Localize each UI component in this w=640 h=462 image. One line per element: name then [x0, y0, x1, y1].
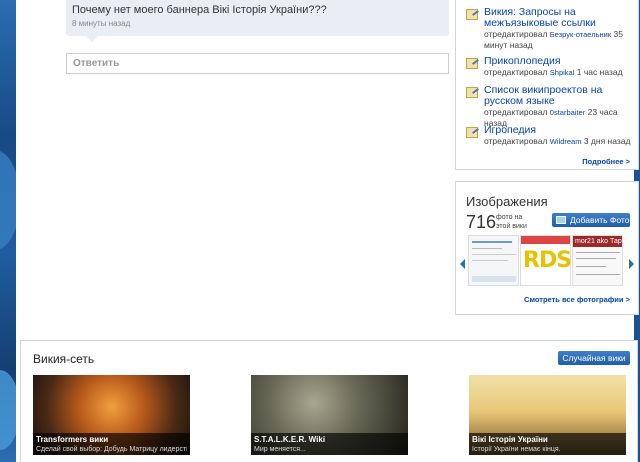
- wiki-tile-desc: Мир меняется...: [254, 446, 306, 453]
- add-photo-icon: [556, 216, 566, 224]
- activity-user-link[interactable]: 0starbaiter: [550, 108, 585, 117]
- activity-user-link[interactable]: Shpikal: [550, 68, 575, 77]
- add-photo-button[interactable]: Добавить Фото: [552, 213, 630, 227]
- page-content: Почему нет моего баннера Вікі Історія Ук…: [16, 0, 639, 462]
- thumbnail-text: mor21 ako Тарас: [573, 236, 622, 247]
- activity-meta: отредактировал Wildream 3 дня назад: [484, 136, 639, 147]
- wiki-tile-desc: Історії України немає кінця.: [472, 446, 561, 453]
- background-swirl: [0, 370, 16, 450]
- wiki-tile[interactable]: Вікі Історія України Історії України нем…: [469, 375, 626, 455]
- photos-title: Изображения: [466, 194, 548, 209]
- photos-count: 716: [466, 212, 497, 232]
- activity-action: отредактировал: [484, 29, 548, 39]
- carousel-left-arrow-icon[interactable]: [460, 259, 465, 269]
- random-wiki-button[interactable]: Случайная вики: [558, 351, 630, 365]
- reply-input[interactable]: Ответить: [66, 53, 449, 74]
- photos-module: Изображения 716 фото на этой вики Добави…: [455, 181, 639, 315]
- add-photo-label: Добавить Фото: [570, 215, 630, 225]
- comment-pointer: [86, 36, 98, 42]
- wiki-network-module: Викия-сеть Случайная вики Transformers в…: [20, 340, 638, 462]
- reply-placeholder: Ответить: [73, 58, 120, 69]
- wiki-tile[interactable]: S.T.A.L.K.E.R. Wiki Мир меняется...: [251, 375, 408, 455]
- activity-user-link[interactable]: Безрук-отаельник: [550, 30, 611, 39]
- photo-thumbnail[interactable]: [468, 235, 519, 286]
- network-title: Викия-сеть: [33, 352, 95, 366]
- photos-count-label: фото на этой вики: [496, 214, 527, 230]
- recent-activity-module: Викия: Запросы на межъязыковые ссылки от…: [455, 0, 639, 170]
- activity-time: 3 дня назад: [583, 136, 631, 146]
- comment-timestamp: 8 минуты назад: [72, 19, 131, 28]
- activity-user-link[interactable]: Wildream: [550, 137, 582, 146]
- activity-title-link[interactable]: Игропедия: [484, 125, 634, 136]
- wiki-tile-name: Вікі Історія України: [472, 435, 548, 444]
- carousel-right-arrow-icon[interactable]: [629, 259, 634, 269]
- see-all-photos-link[interactable]: Смотреть все фотографии >: [524, 295, 630, 304]
- wiki-tile[interactable]: Transformers вики Сделай свой выбор: Доб…: [33, 375, 190, 455]
- edit-icon: [466, 9, 478, 20]
- thumbnail-text: RDS: [523, 248, 571, 273]
- background-swirl: [0, 150, 16, 250]
- photo-thumbnail[interactable]: RDS: [520, 235, 571, 286]
- wiki-tile-caption: Вікі Історія України Історії України нем…: [469, 433, 626, 455]
- wiki-tile-caption: Transformers вики Сделай свой выбор: Доб…: [33, 433, 190, 455]
- wiki-tile-caption: S.T.A.L.K.E.R. Wiki Мир меняется...: [251, 433, 408, 455]
- edit-icon: [466, 87, 478, 98]
- wiki-tile-desc: Сделай свой выбор: Добудь Матрицу лидерс…: [36, 446, 187, 453]
- comment-text: Почему нет моего баннера Вікі Історія Ук…: [72, 4, 327, 16]
- activity-time: 1 час назад: [576, 67, 623, 77]
- activity-action: отредактировал: [484, 107, 548, 117]
- activity-title-link[interactable]: Список википроектов на русском языке: [484, 85, 634, 107]
- activity-meta: отредактировал Shpikal 1 час назад: [484, 67, 639, 78]
- comment-bubble: Почему нет моего баннера Вікі Історія Ук…: [66, 0, 449, 36]
- edit-icon: [466, 127, 478, 138]
- activity-action: отредактировал: [484, 67, 548, 77]
- activity-meta: отредактировал Безрук-отаельник 35 минут…: [484, 29, 639, 51]
- activity-action: отредактировал: [484, 136, 548, 146]
- activity-title-link[interactable]: Прикоплопедия: [484, 56, 634, 67]
- photo-thumbnail[interactable]: mor21 ako Тарас: [572, 235, 623, 286]
- activity-title-link[interactable]: Викия: Запросы на межъязыковые ссылки: [484, 7, 634, 29]
- wiki-tile-name: S.T.A.L.K.E.R. Wiki: [254, 435, 326, 444]
- more-activity-link[interactable]: Подробнее >: [582, 157, 630, 166]
- edit-icon: [466, 58, 478, 69]
- page-background-left: [0, 0, 16, 462]
- wiki-tile-name: Transformers вики: [36, 435, 109, 444]
